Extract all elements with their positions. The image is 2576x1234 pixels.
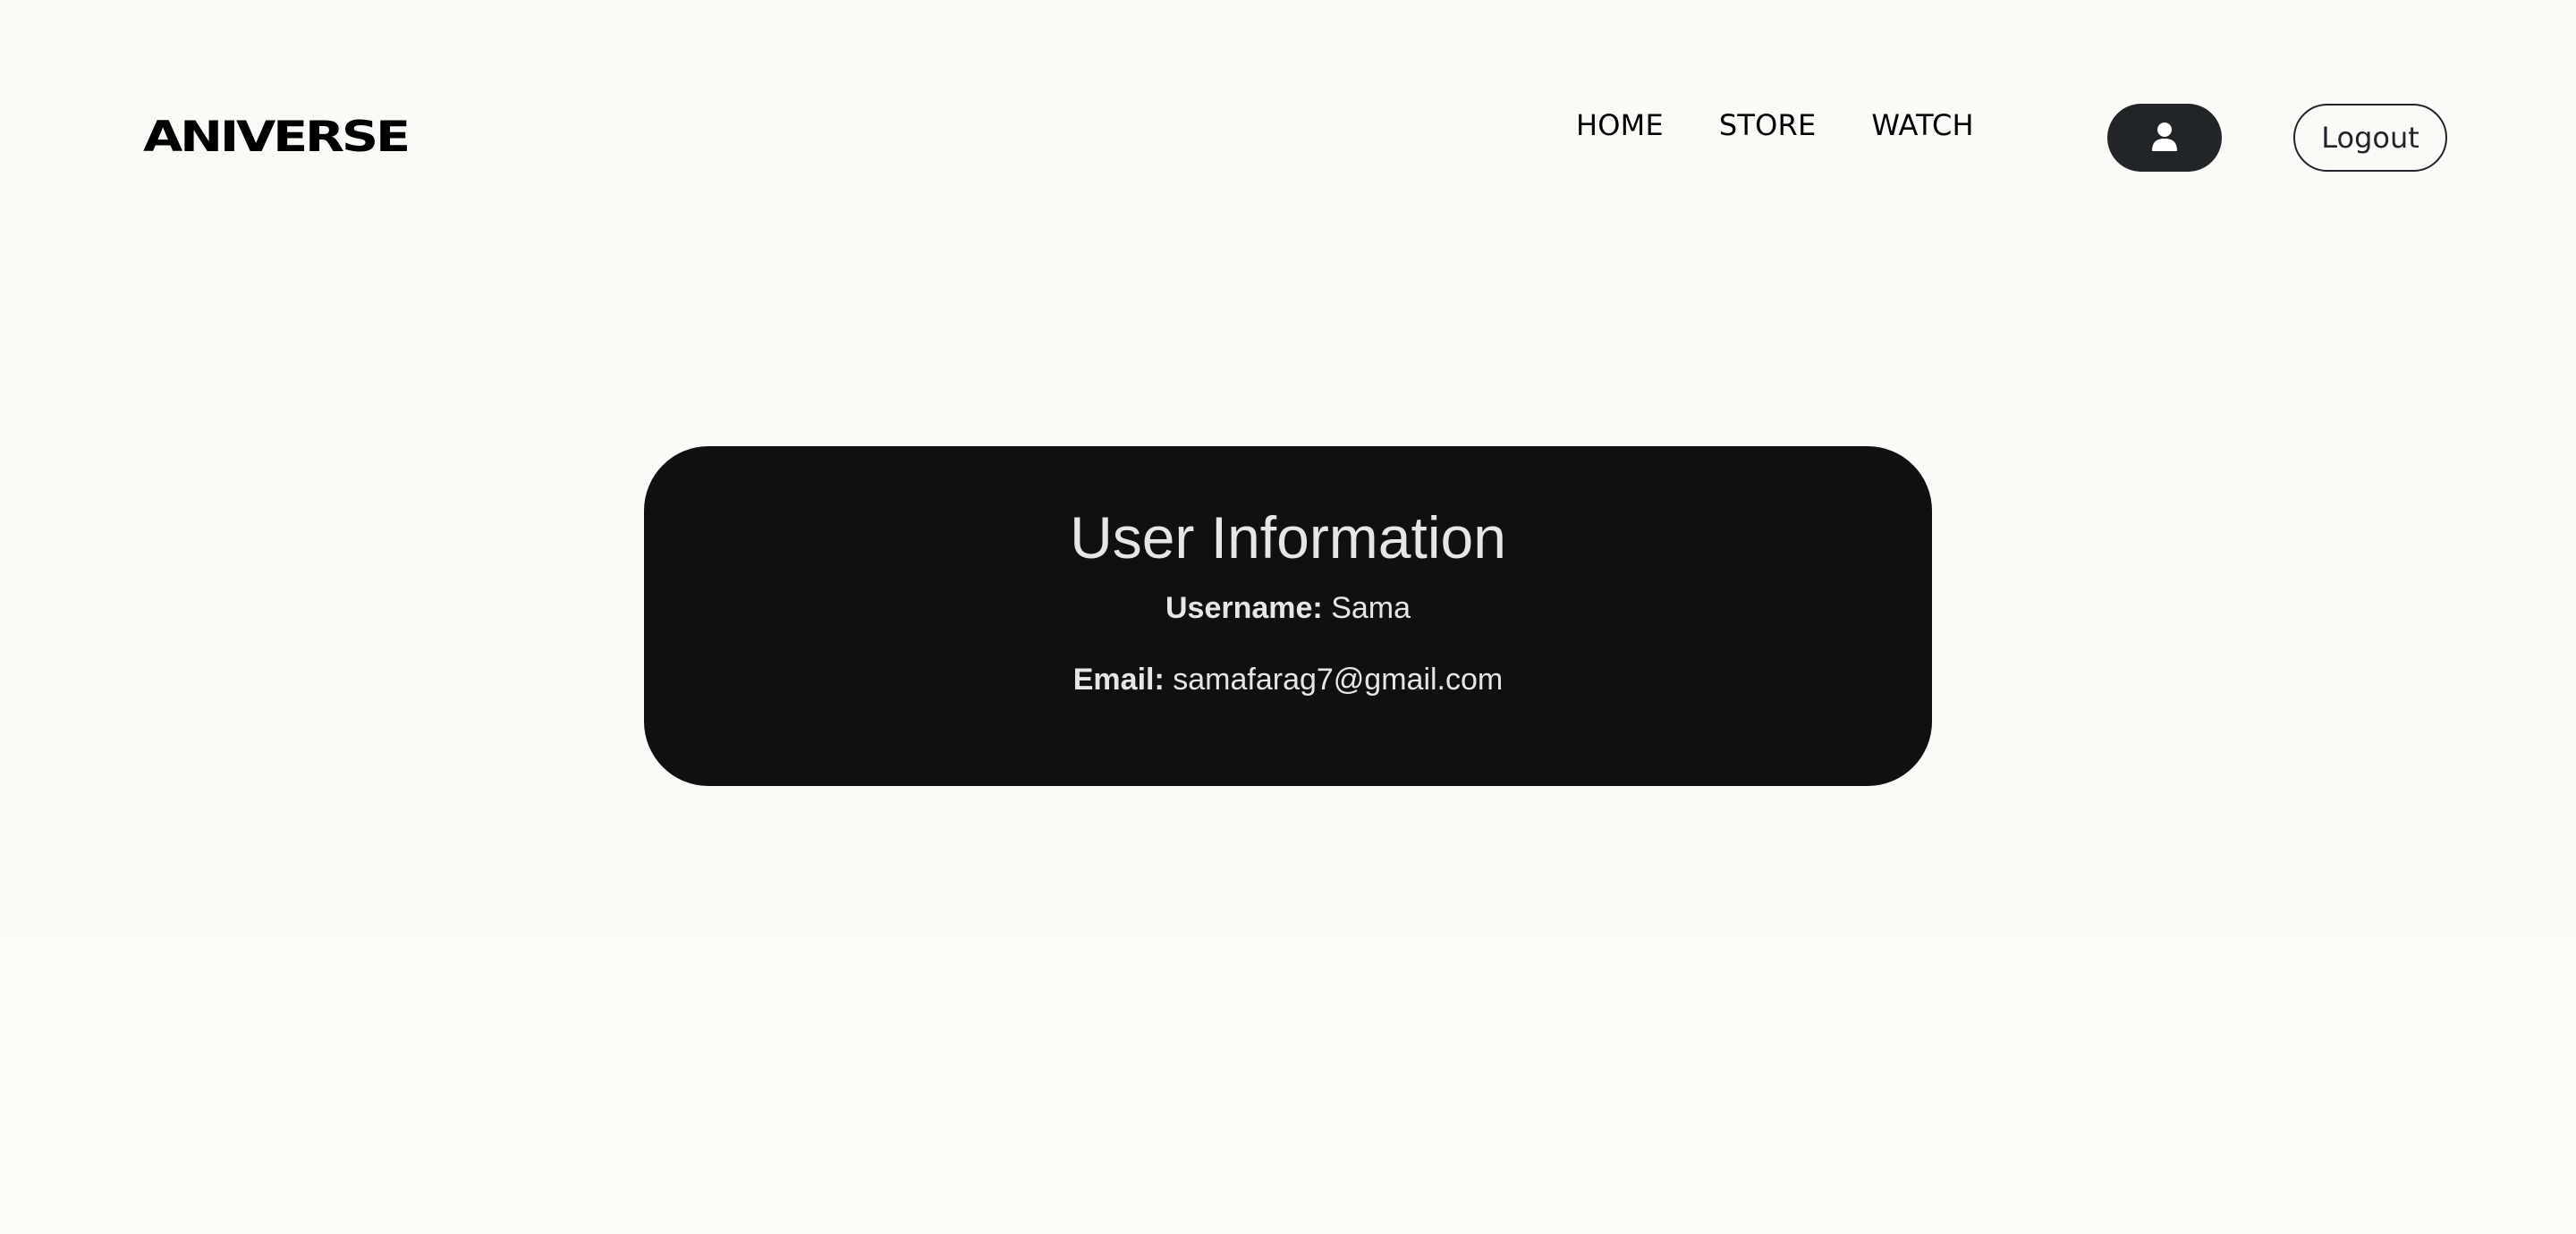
username-value: Sama <box>1331 591 1411 625</box>
nav-link-store[interactable]: STORE <box>1719 106 1817 145</box>
nav-link-home[interactable]: HOME <box>1576 106 1664 145</box>
profile-button[interactable] <box>2107 104 2222 172</box>
main-nav: HOME STORE WATCH <box>1576 106 1974 145</box>
username-row: Username: Sama <box>644 588 1932 628</box>
page: ANIVERSE HOME STORE WATCH Logout User In… <box>0 0 2576 1234</box>
card-title: User Information <box>1070 504 1506 571</box>
logout-button[interactable]: Logout <box>2293 104 2447 172</box>
email-value: samafarag7@gmail.com <box>1173 663 1504 697</box>
nav-link-watch[interactable]: WATCH <box>1871 106 1973 145</box>
email-row: Email: samafarag7@gmail.com <box>644 660 1932 699</box>
site-logo[interactable]: ANIVERSE <box>143 115 411 158</box>
username-label: Username: <box>1165 591 1323 625</box>
page-footer-area <box>0 939 2576 1234</box>
email-label: Email: <box>1072 663 1165 697</box>
user-icon <box>2151 122 2178 155</box>
user-info-card: User Information Username: Sama Email: s… <box>644 446 1932 786</box>
